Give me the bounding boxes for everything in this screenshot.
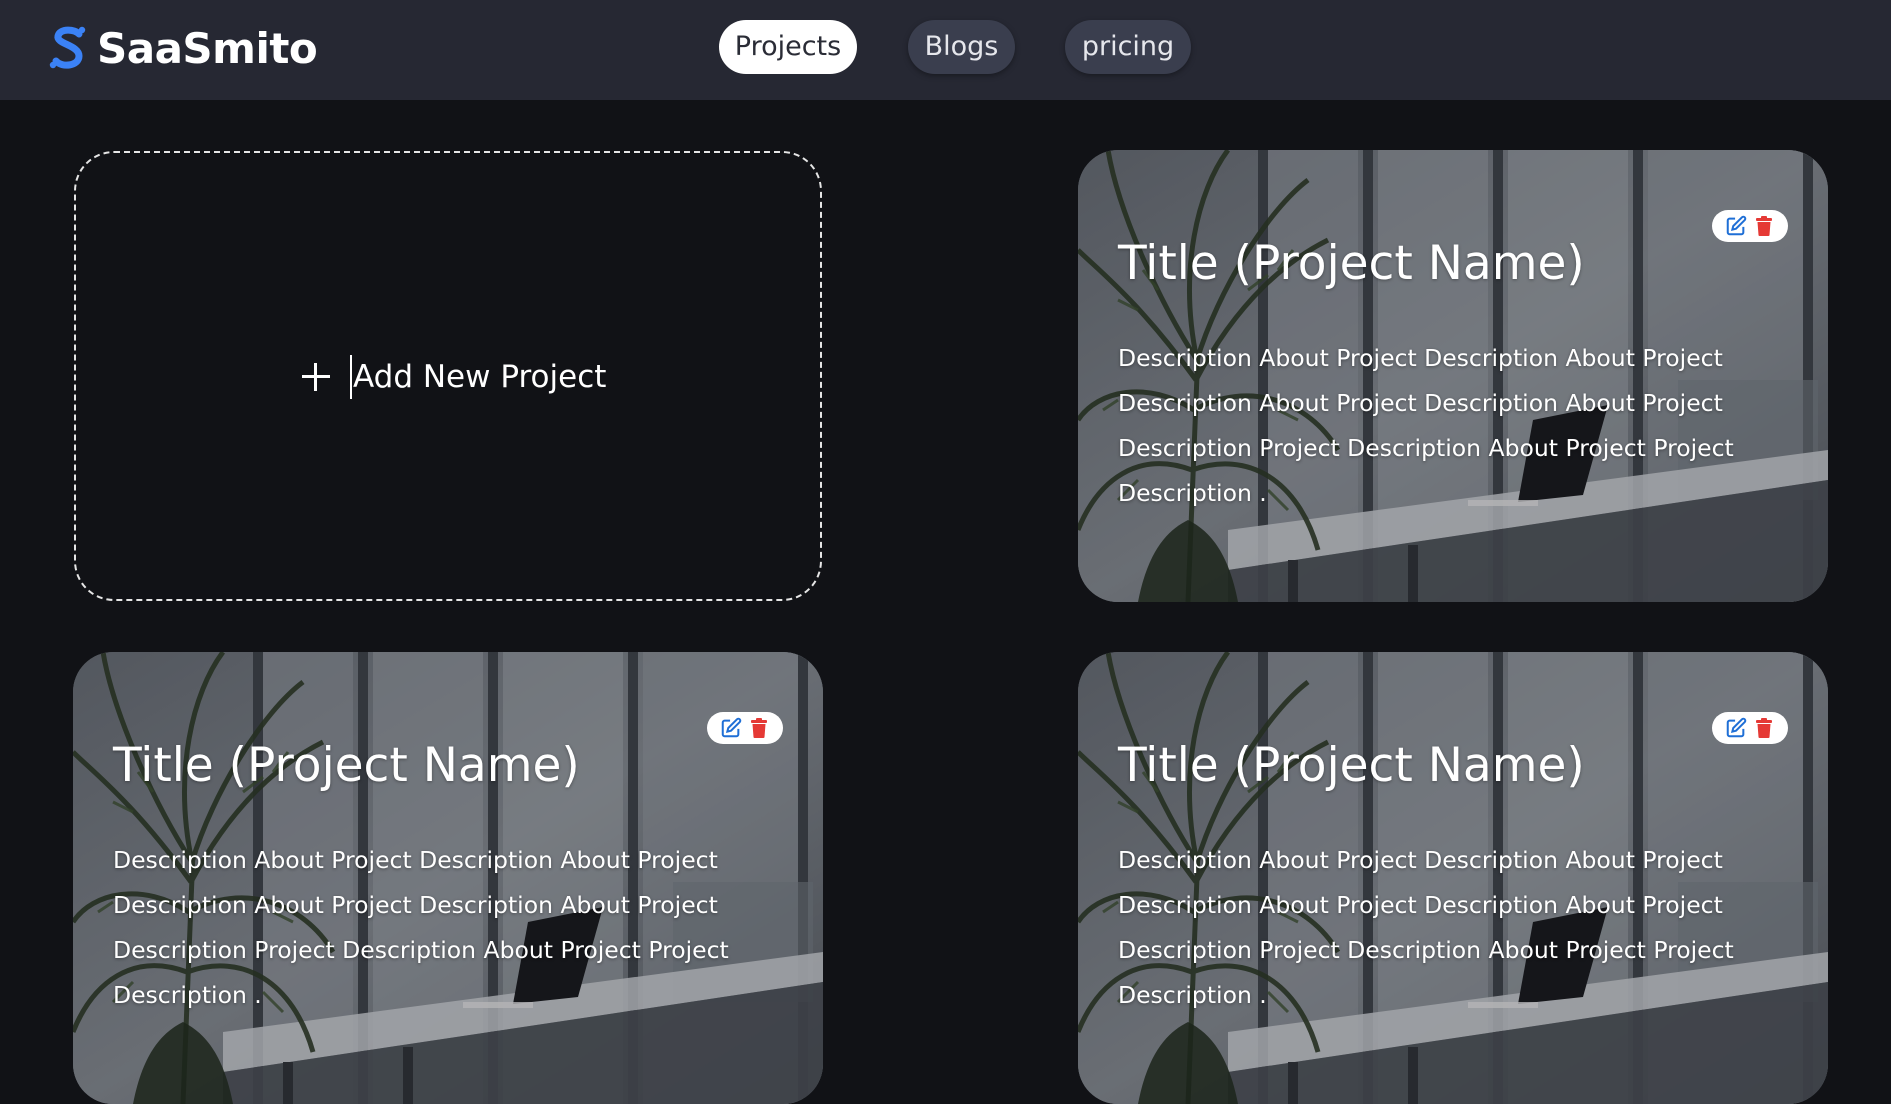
top-navbar: SaaSmito Projects Blogs pricing: [0, 0, 1891, 100]
card-actions: [707, 712, 783, 744]
trash-icon[interactable]: [747, 716, 771, 740]
project-card[interactable]: Title (Project Name) Description About P…: [73, 652, 823, 1104]
project-title: Title (Project Name): [1118, 738, 1585, 793]
text-caret: [350, 355, 352, 399]
trash-icon[interactable]: [1752, 214, 1776, 238]
add-project-label: Add New Project: [353, 359, 607, 395]
add-project-content: Add New Project: [302, 355, 606, 399]
card-actions: [1712, 712, 1788, 744]
project-card[interactable]: Title (Project Name) Description About P…: [1078, 652, 1828, 1104]
edit-icon[interactable]: [1724, 716, 1748, 740]
edit-icon[interactable]: [1724, 214, 1748, 238]
s-logo-icon: [49, 26, 86, 69]
project-title: Title (Project Name): [113, 738, 580, 793]
project-description: Description About Project Description Ab…: [113, 846, 729, 1009]
trash-icon[interactable]: [1752, 716, 1776, 740]
plus-icon: [302, 363, 330, 391]
project-title: Title (Project Name): [1118, 236, 1585, 291]
edit-icon[interactable]: [719, 716, 743, 740]
nav-tab-pricing[interactable]: pricing: [1065, 20, 1191, 74]
nav-tab-blogs[interactable]: Blogs: [908, 20, 1015, 74]
project-description: Description About Project Description Ab…: [1118, 344, 1734, 507]
card-actions: [1712, 210, 1788, 242]
project-card[interactable]: Title (Project Name) Description About P…: [1078, 150, 1828, 602]
brand-name: SaaSmito: [97, 23, 318, 73]
add-project-card[interactable]: Add New Project: [74, 151, 822, 601]
nav-tab-projects[interactable]: Projects: [719, 20, 857, 74]
project-description: Description About Project Description Ab…: [1118, 846, 1734, 1009]
brand-logo[interactable]: SaaSmito: [48, 22, 318, 74]
